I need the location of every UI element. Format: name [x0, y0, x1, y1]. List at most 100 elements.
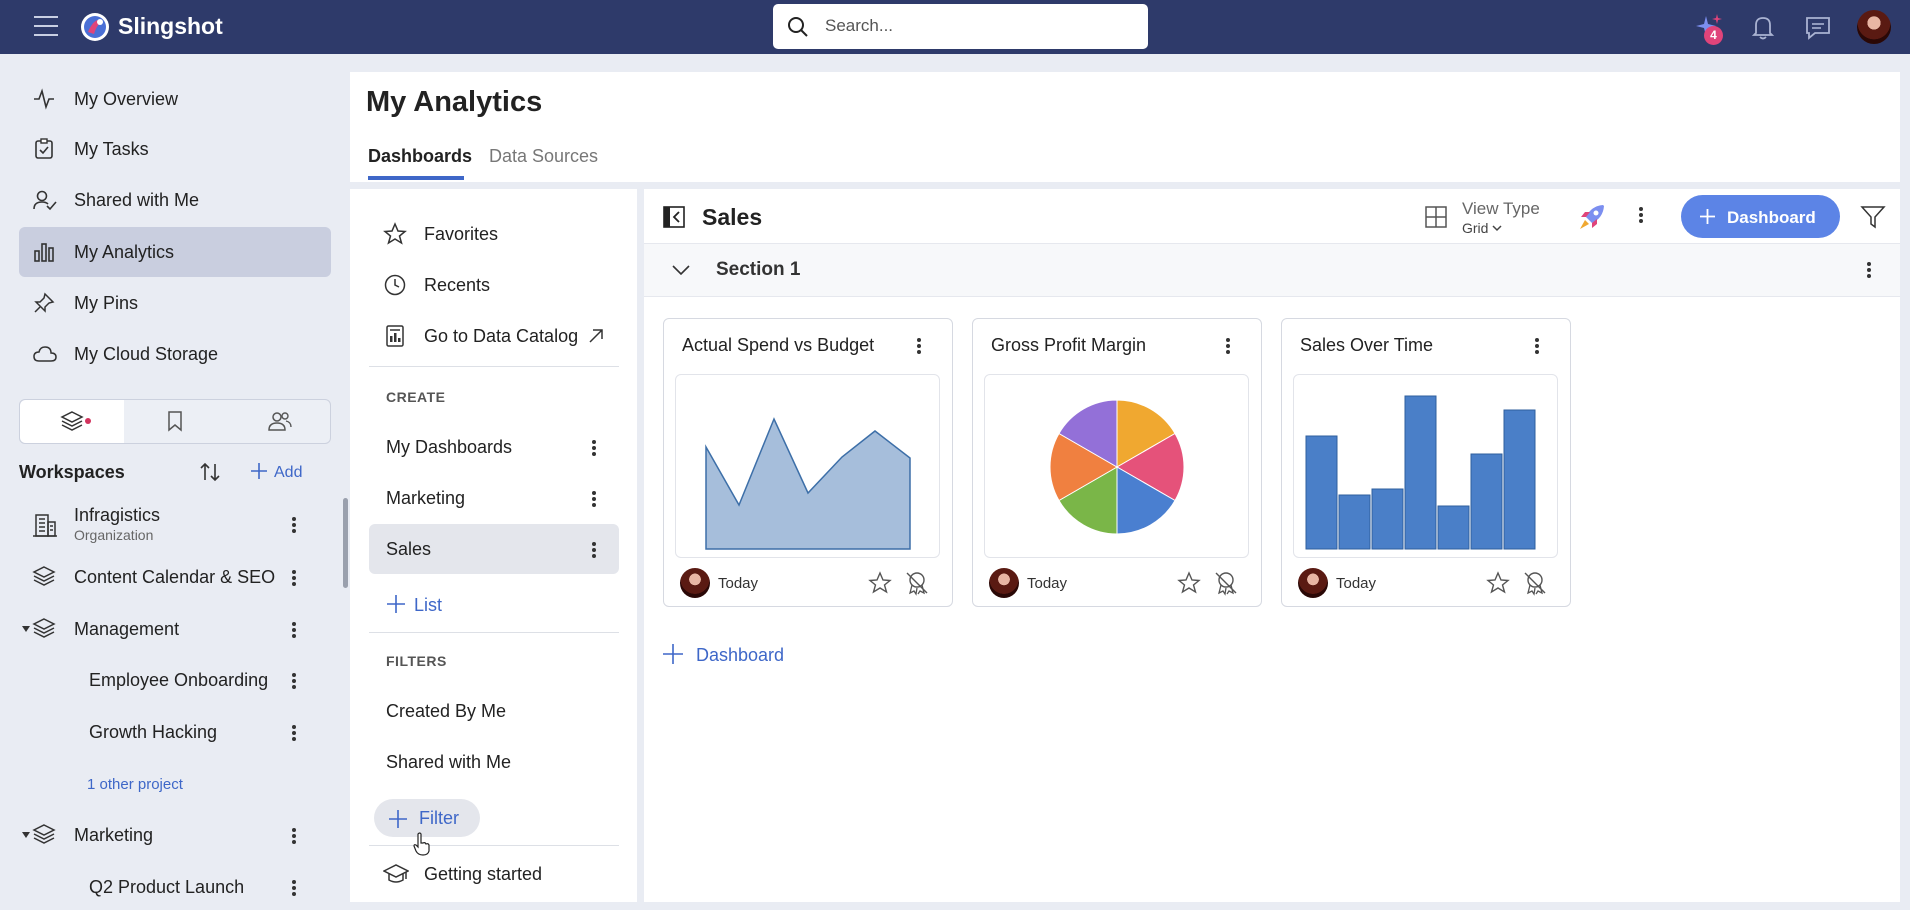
sidebar-scrollbar[interactable] [343, 498, 348, 588]
dashboard-card-actual-spend[interactable]: Actual Spend vs Budget Today [663, 318, 953, 607]
project-q2-product-launch[interactable]: Q2 Product Launch [0, 862, 330, 910]
filter-created-by-me[interactable]: Created By Me [369, 686, 619, 736]
star-icon[interactable] [868, 571, 892, 595]
workspace-management[interactable]: Management [0, 604, 330, 654]
chat-icon[interactable] [1803, 12, 1833, 42]
user-check-icon [33, 190, 57, 211]
workspaces-title: Workspaces [19, 462, 125, 482]
nav-my-tasks[interactable]: My Tasks [19, 124, 331, 174]
segment-bookmarks[interactable] [124, 400, 228, 443]
sort-icon[interactable] [198, 460, 222, 484]
add-workspace-button[interactable]: Add [250, 462, 302, 482]
add-list-button[interactable]: List [386, 594, 442, 616]
card-date: Today [1027, 575, 1068, 592]
dashboard-card-gross-profit[interactable]: Gross Profit Margin Today [972, 318, 1262, 607]
folder-sales[interactable]: Sales [369, 524, 619, 574]
folder-label: Recents [424, 275, 491, 295]
new-dashboard-button[interactable]: Dashboard [1681, 195, 1840, 238]
plus-icon [663, 644, 683, 664]
more-vertical-icon[interactable] [916, 337, 922, 355]
star-icon[interactable] [1486, 571, 1510, 595]
dashboard-card-sales-over-time[interactable]: Sales Over Time Today [1281, 318, 1571, 607]
more-vertical-icon[interactable] [1638, 206, 1644, 224]
certified-off-icon[interactable] [1213, 570, 1239, 596]
menu-icon[interactable] [34, 16, 58, 38]
filter-label: Created By Me [386, 701, 507, 721]
area-chart-thumbnail [705, 417, 911, 550]
segment-workspaces[interactable] [20, 400, 124, 443]
tab-dashboards[interactable]: Dashboards [368, 146, 472, 167]
nav-label: My Tasks [74, 139, 149, 159]
nav-my-pins[interactable]: My Pins [19, 278, 331, 328]
more-vertical-icon[interactable] [291, 672, 297, 690]
task-icon [35, 138, 53, 159]
add-list-label: List [414, 595, 443, 615]
card-title: Sales Over Time [1300, 335, 1434, 355]
chevron-down-icon[interactable] [672, 264, 690, 276]
nav-my-overview[interactable]: My Overview [19, 74, 331, 124]
more-vertical-icon[interactable] [291, 827, 297, 845]
more-vertical-icon[interactable] [1534, 337, 1540, 355]
bookmark-icon [168, 411, 182, 432]
folder-label: Marketing [386, 488, 466, 508]
add-label: Add [274, 464, 303, 481]
folder-label: Go to Data Catalog [424, 326, 579, 346]
add-dashboard-link[interactable]: Dashboard [662, 643, 784, 666]
more-vertical-icon[interactable] [591, 439, 597, 457]
workspace-marketing[interactable]: Marketing [0, 810, 330, 860]
activity-icon [34, 88, 54, 110]
more-vertical-icon[interactable] [591, 541, 597, 559]
more-vertical-icon[interactable] [291, 879, 297, 897]
workspace-content-calendar[interactable]: Content Calendar & SEO [0, 552, 330, 602]
star-icon[interactable] [1177, 571, 1201, 595]
plus-icon [387, 595, 405, 613]
segment-team[interactable] [228, 400, 332, 443]
certified-off-icon[interactable] [1522, 570, 1548, 596]
project-employee-onboarding[interactable]: Employee Onboarding [0, 655, 330, 705]
star-icon [383, 222, 407, 245]
rocket-icon[interactable] [1577, 202, 1607, 232]
bell-icon[interactable] [1748, 12, 1778, 42]
other-projects-link[interactable]: 1 other project [87, 776, 183, 793]
view-type-dropdown[interactable]: Grid [1462, 220, 1502, 236]
more-vertical-icon[interactable] [291, 569, 297, 587]
card-date: Today [718, 575, 759, 592]
folder-label: Sales [386, 539, 432, 559]
folder-my-dashboards[interactable]: My Dashboards [369, 422, 619, 472]
go-to-data-catalog[interactable]: Go to Data Catalog [369, 311, 619, 361]
caret-down-icon[interactable] [22, 832, 30, 838]
nav-my-analytics[interactable]: My Analytics [19, 227, 331, 277]
filter-icon[interactable] [1860, 204, 1886, 230]
project-growth-hacking[interactable]: Growth Hacking [0, 707, 330, 757]
certified-off-icon[interactable] [904, 570, 930, 596]
more-vertical-icon[interactable] [291, 516, 297, 534]
folder-recents[interactable]: Recents [369, 260, 619, 310]
active-tab-indicator [368, 176, 464, 180]
more-vertical-icon[interactable] [1225, 337, 1231, 355]
getting-started[interactable]: Getting started [369, 849, 619, 899]
catalog-icon [386, 325, 404, 347]
user-avatar[interactable] [1857, 10, 1891, 44]
more-vertical-icon[interactable] [291, 724, 297, 742]
folder-label: Favorites [424, 224, 499, 244]
nav-shared-with-me[interactable]: Shared with Me [19, 175, 331, 225]
folder-marketing[interactable]: Marketing [369, 473, 619, 523]
graduation-cap-icon [383, 864, 409, 883]
team-icon [268, 412, 292, 431]
search-box[interactable] [773, 4, 1148, 49]
grid-icon[interactable] [1424, 205, 1448, 229]
filter-shared-with-me[interactable]: Shared with Me [369, 737, 619, 787]
card-title: Gross Profit Margin [991, 335, 1147, 355]
dashboard-button-label: Dashboard [1727, 208, 1816, 227]
folder-favorites[interactable]: Favorites [369, 209, 619, 259]
workspace-infragistics[interactable]: Infragistics Organization [0, 499, 330, 549]
tab-data-sources[interactable]: Data Sources [489, 146, 598, 167]
more-vertical-icon[interactable] [1866, 261, 1872, 279]
more-vertical-icon[interactable] [591, 490, 597, 508]
collapse-panel-icon[interactable] [662, 205, 686, 229]
more-vertical-icon[interactable] [291, 621, 297, 639]
caret-down-icon[interactable] [22, 626, 30, 632]
search-input[interactable] [825, 11, 1135, 41]
nav-my-cloud-storage[interactable]: My Cloud Storage [19, 329, 331, 379]
folder-title: Sales [702, 204, 763, 230]
